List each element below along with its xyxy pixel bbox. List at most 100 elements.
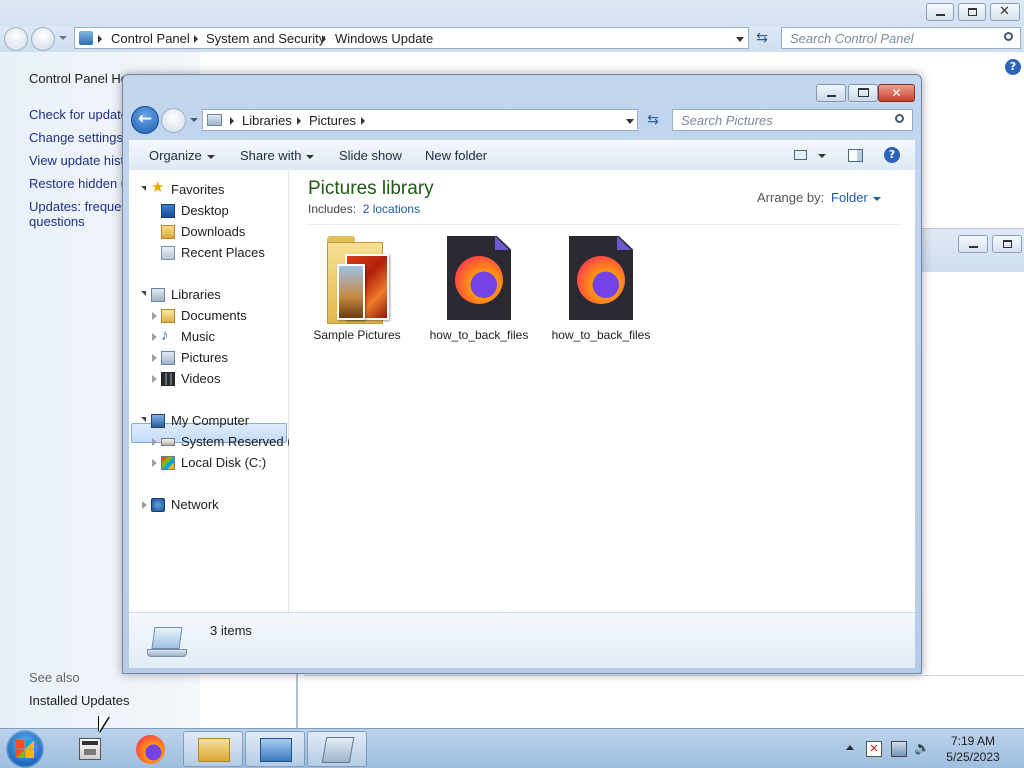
control-panel-icon <box>79 31 93 45</box>
expand-arrow-icon[interactable] <box>152 333 157 341</box>
videos-icon <box>161 372 175 386</box>
desktop-icon <box>161 204 175 218</box>
nav-recent-places-label: Recent Places <box>181 245 265 260</box>
expand-arrow-icon[interactable] <box>152 375 157 383</box>
nav-favorites-label: Favorites <box>171 182 225 197</box>
nav-network-label: Network <box>171 497 219 512</box>
recent-pages-icon[interactable] <box>59 36 67 40</box>
control-panel-icon <box>260 738 292 762</box>
see-also-label: See also <box>29 670 80 685</box>
explorer-address-bar[interactable]: Libraries Pictures <box>202 109 638 131</box>
forward-button[interactable] <box>31 27 55 51</box>
collapse-arrow-icon[interactable] <box>141 186 146 191</box>
breadcrumb-control-panel[interactable]: Control Panel <box>111 31 190 46</box>
restore-button[interactable] <box>992 235 1022 253</box>
taskbar-firefox[interactable] <box>121 731 181 767</box>
folder-icon <box>323 236 391 324</box>
breadcrumb-separator-icon <box>98 35 102 43</box>
expand-arrow-icon[interactable] <box>142 501 147 509</box>
breadcrumb-separator-icon <box>297 117 301 125</box>
help-icon[interactable]: ? <box>884 147 900 163</box>
file-item[interactable]: Sample Pictures <box>307 236 407 343</box>
close-button[interactable]: ✕ <box>990 3 1020 21</box>
nav-music-label: Music <box>181 329 215 344</box>
libraries-icon <box>151 288 165 302</box>
expand-arrow-icon[interactable] <box>152 438 157 446</box>
forward-button[interactable] <box>161 108 186 133</box>
change-settings-link[interactable]: Change settings <box>29 130 123 145</box>
refresh-icon[interactable]: ⇆ <box>642 110 664 130</box>
window-icon <box>321 737 355 763</box>
back-button[interactable]: ← <box>131 106 159 134</box>
taskbar-explorer[interactable] <box>183 731 243 767</box>
file-name: Sample Pictures <box>313 328 401 342</box>
view-update-history-link[interactable]: View update histo <box>29 153 131 168</box>
restore-button[interactable] <box>958 3 986 21</box>
preview-pane-icon[interactable] <box>848 149 863 162</box>
recent-pages-icon[interactable] <box>190 118 198 122</box>
minimize-button[interactable] <box>958 235 988 253</box>
updates-faq-link-cont[interactable]: questions <box>29 214 85 229</box>
breadcrumb-system-security[interactable]: System and Security <box>206 31 325 46</box>
minimize-icon <box>936 14 945 16</box>
back-button[interactable] <box>4 27 28 51</box>
updates-faq-link[interactable]: Updates: frequent <box>29 199 132 214</box>
start-button[interactable] <box>6 730 44 768</box>
action-center-icon[interactable]: ✕ <box>866 741 882 757</box>
star-icon: ★ <box>151 179 165 196</box>
share-with-button[interactable]: Share with <box>240 148 315 163</box>
expand-arrow-icon[interactable] <box>152 354 157 362</box>
taskbar-app-4[interactable] <box>307 731 367 767</box>
installed-updates-link[interactable]: Installed Updates <box>29 693 129 708</box>
help-icon[interactable]: ? <box>1005 59 1021 75</box>
slide-show-button[interactable]: Slide show <box>339 148 402 163</box>
collapse-arrow-icon[interactable] <box>141 291 146 296</box>
address-dropdown-icon[interactable] <box>736 37 744 42</box>
taskbar-app-1[interactable] <box>60 731 120 767</box>
explorer-window: ✕ ← Libraries Pictures ⇆ Search Pictures… <box>122 74 922 674</box>
explorer-search-input[interactable]: Search Pictures <box>672 109 913 131</box>
firefox-icon <box>445 236 513 322</box>
locations-link[interactable]: 2 locations <box>363 202 420 216</box>
system-clock[interactable]: 7:19 AM 5/25/2023 <box>940 733 1006 765</box>
nav-system-reserved-label: System Reserved (A: <box>181 434 304 449</box>
new-folder-button[interactable]: New folder <box>425 148 487 163</box>
refresh-icon[interactable]: ⇆ <box>751 28 773 48</box>
search-icon[interactable] <box>1004 32 1013 41</box>
minimize-button[interactable] <box>926 3 954 21</box>
music-icon: ♪ <box>161 327 169 344</box>
breadcrumb-windows-update[interactable]: Windows Update <box>335 31 433 46</box>
address-bar[interactable]: Control Panel System and Security Window… <box>74 27 749 49</box>
restore-hidden-updates-link[interactable]: Restore hidden up <box>29 176 135 191</box>
control-panel-home-link[interactable]: Control Panel Hor <box>29 71 132 86</box>
maximize-button[interactable] <box>848 84 878 102</box>
volume-muted-icon[interactable]: 🔈 <box>914 741 932 757</box>
organize-button[interactable]: Organize <box>149 148 215 163</box>
file-item[interactable]: how_to_back_files <box>429 236 529 343</box>
breadcrumb-pictures[interactable]: Pictures <box>309 113 356 128</box>
close-button[interactable]: ✕ <box>878 84 915 102</box>
view-options-dropdown-icon[interactable] <box>818 154 826 158</box>
computer-icon <box>151 414 165 428</box>
show-hidden-icons[interactable] <box>846 745 854 750</box>
taskbar-control-panel[interactable] <box>245 731 305 767</box>
check-for-updates-link[interactable]: Check for updates <box>29 107 135 122</box>
search-placeholder: Search Pictures <box>681 113 773 128</box>
search-input[interactable]: Search Control Panel <box>781 27 1021 49</box>
file-item[interactable]: how_to_back_files <box>551 236 651 343</box>
nav-downloads-label: Downloads <box>181 224 246 239</box>
breadcrumb-libraries[interactable]: Libraries <box>242 113 292 128</box>
collapse-arrow-icon[interactable] <box>141 417 146 422</box>
minimize-button[interactable] <box>816 84 846 102</box>
arrange-by-value: Folder <box>831 190 868 205</box>
expand-arrow-icon[interactable] <box>152 312 157 320</box>
change-view-icon[interactable] <box>794 150 807 160</box>
network-icon[interactable] <box>891 741 907 757</box>
address-dropdown-icon[interactable] <box>626 119 634 124</box>
expand-arrow-icon[interactable] <box>152 459 157 467</box>
arrange-by-dropdown[interactable]: Folder <box>831 190 881 205</box>
breadcrumb-separator-icon <box>322 35 326 43</box>
nav-pictures-label: Pictures <box>181 350 228 365</box>
search-icon[interactable] <box>895 114 904 123</box>
folder-icon <box>198 738 230 762</box>
